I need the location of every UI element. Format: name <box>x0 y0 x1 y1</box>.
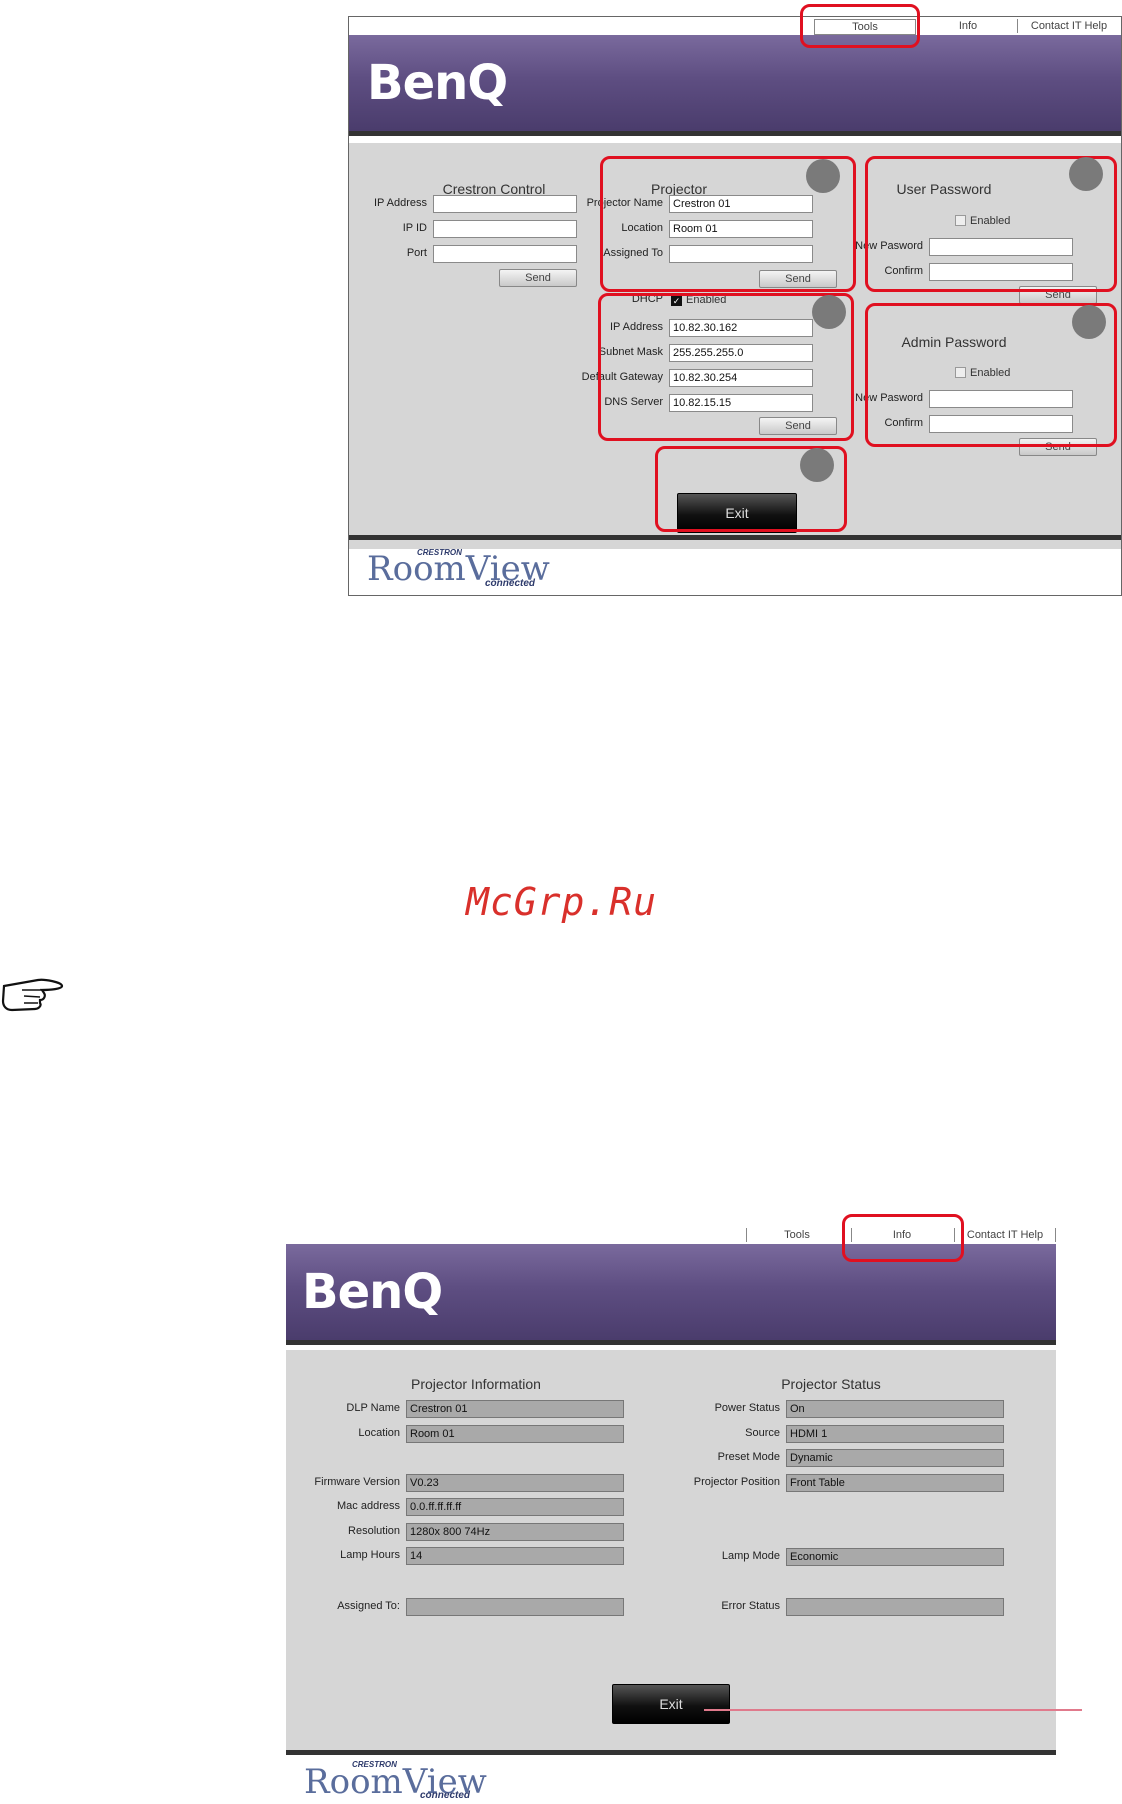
tools-tab-callout <box>800 4 920 48</box>
power-status-field: On <box>786 1400 1004 1418</box>
lamp-mode-label: Lamp Mode <box>721 1550 780 1562</box>
callout-marker-2 <box>1069 157 1103 191</box>
lamp-mode-field: Economic <box>786 1548 1004 1566</box>
callout-marker-5 <box>800 448 834 482</box>
top-navigation: Tools Info Contact IT Help <box>349 17 1121 35</box>
info-panel: Projector Information DLP Name Crestron … <box>286 1350 1056 1750</box>
resolution-label: Resolution <box>348 1525 400 1537</box>
port-label: Port <box>406 247 427 259</box>
callout-marker-4 <box>1072 305 1106 339</box>
callout-marker-1 <box>806 159 840 193</box>
projector-position-field: Front Table <box>786 1474 1004 1492</box>
footer-divider <box>349 535 1121 540</box>
callout-marker-3 <box>812 295 846 329</box>
benq-logo: BenQ <box>302 1264 443 1320</box>
mac-address-field: 0.0.ff.ff.ff.ff <box>406 1498 624 1516</box>
crestron-ip-address-input[interactable] <box>433 195 577 213</box>
crestron-send-button[interactable]: Send <box>499 269 577 287</box>
assigned-to-label: Assigned To: <box>337 1600 400 1612</box>
header-divider <box>286 1340 1056 1345</box>
mac-address-label: Mac address <box>337 1500 400 1512</box>
power-status-label: Power Status <box>714 1402 780 1414</box>
error-status-field <box>786 1598 1004 1616</box>
tab-info[interactable]: Info <box>917 19 1018 33</box>
tab-contact-it-help[interactable]: Contact IT Help <box>1017 19 1120 33</box>
info-tab-callout <box>842 1214 964 1262</box>
roomview-connected-text: connected <box>420 1790 471 1801</box>
watermark-text: McGrp.Ru <box>466 880 658 924</box>
exit-button[interactable]: Exit <box>612 1684 730 1724</box>
crestron-ip-id-input[interactable] <box>433 220 577 238</box>
info-screen: Tools Info Contact IT Help BenQ Projecto… <box>286 1226 1056 1804</box>
exit-pointer-line <box>704 1709 1082 1711</box>
resolution-field: 1280x 800 74Hz <box>406 1523 624 1541</box>
ip-address-label: IP Address <box>374 197 427 209</box>
projector-position-label: Projector Position <box>693 1476 780 1488</box>
lamp-hours-label: Lamp Hours <box>340 1549 400 1561</box>
roomview-connected-text: connected <box>485 578 536 589</box>
preset-mode-field: Dynamic <box>786 1449 1004 1467</box>
dlp-name-label: DLP Name <box>346 1402 400 1414</box>
projector-status-title: Projector Status <box>781 1376 881 1392</box>
projector-information-title: Projector Information <box>411 1376 541 1392</box>
tab-contact-it-help[interactable]: Contact IT Help <box>954 1228 1056 1242</box>
ip-id-label: IP ID <box>402 222 427 234</box>
pointing-hand-icon <box>1 978 64 1012</box>
source-label: Source <box>745 1427 780 1439</box>
crestron-port-input[interactable] <box>433 245 577 263</box>
error-status-label: Error Status <box>721 1600 780 1612</box>
tab-tools[interactable]: Tools <box>746 1228 847 1242</box>
location-label: Location <box>358 1427 400 1439</box>
footer-divider <box>286 1750 1056 1755</box>
benq-logo: BenQ <box>367 55 508 111</box>
header-banner: BenQ <box>349 35 1121 131</box>
firmware-version-label: Firmware Version <box>314 1476 400 1488</box>
preset-mode-label: Preset Mode <box>717 1451 780 1463</box>
header-divider <box>349 131 1121 136</box>
source-field: HDMI 1 <box>786 1425 1004 1443</box>
